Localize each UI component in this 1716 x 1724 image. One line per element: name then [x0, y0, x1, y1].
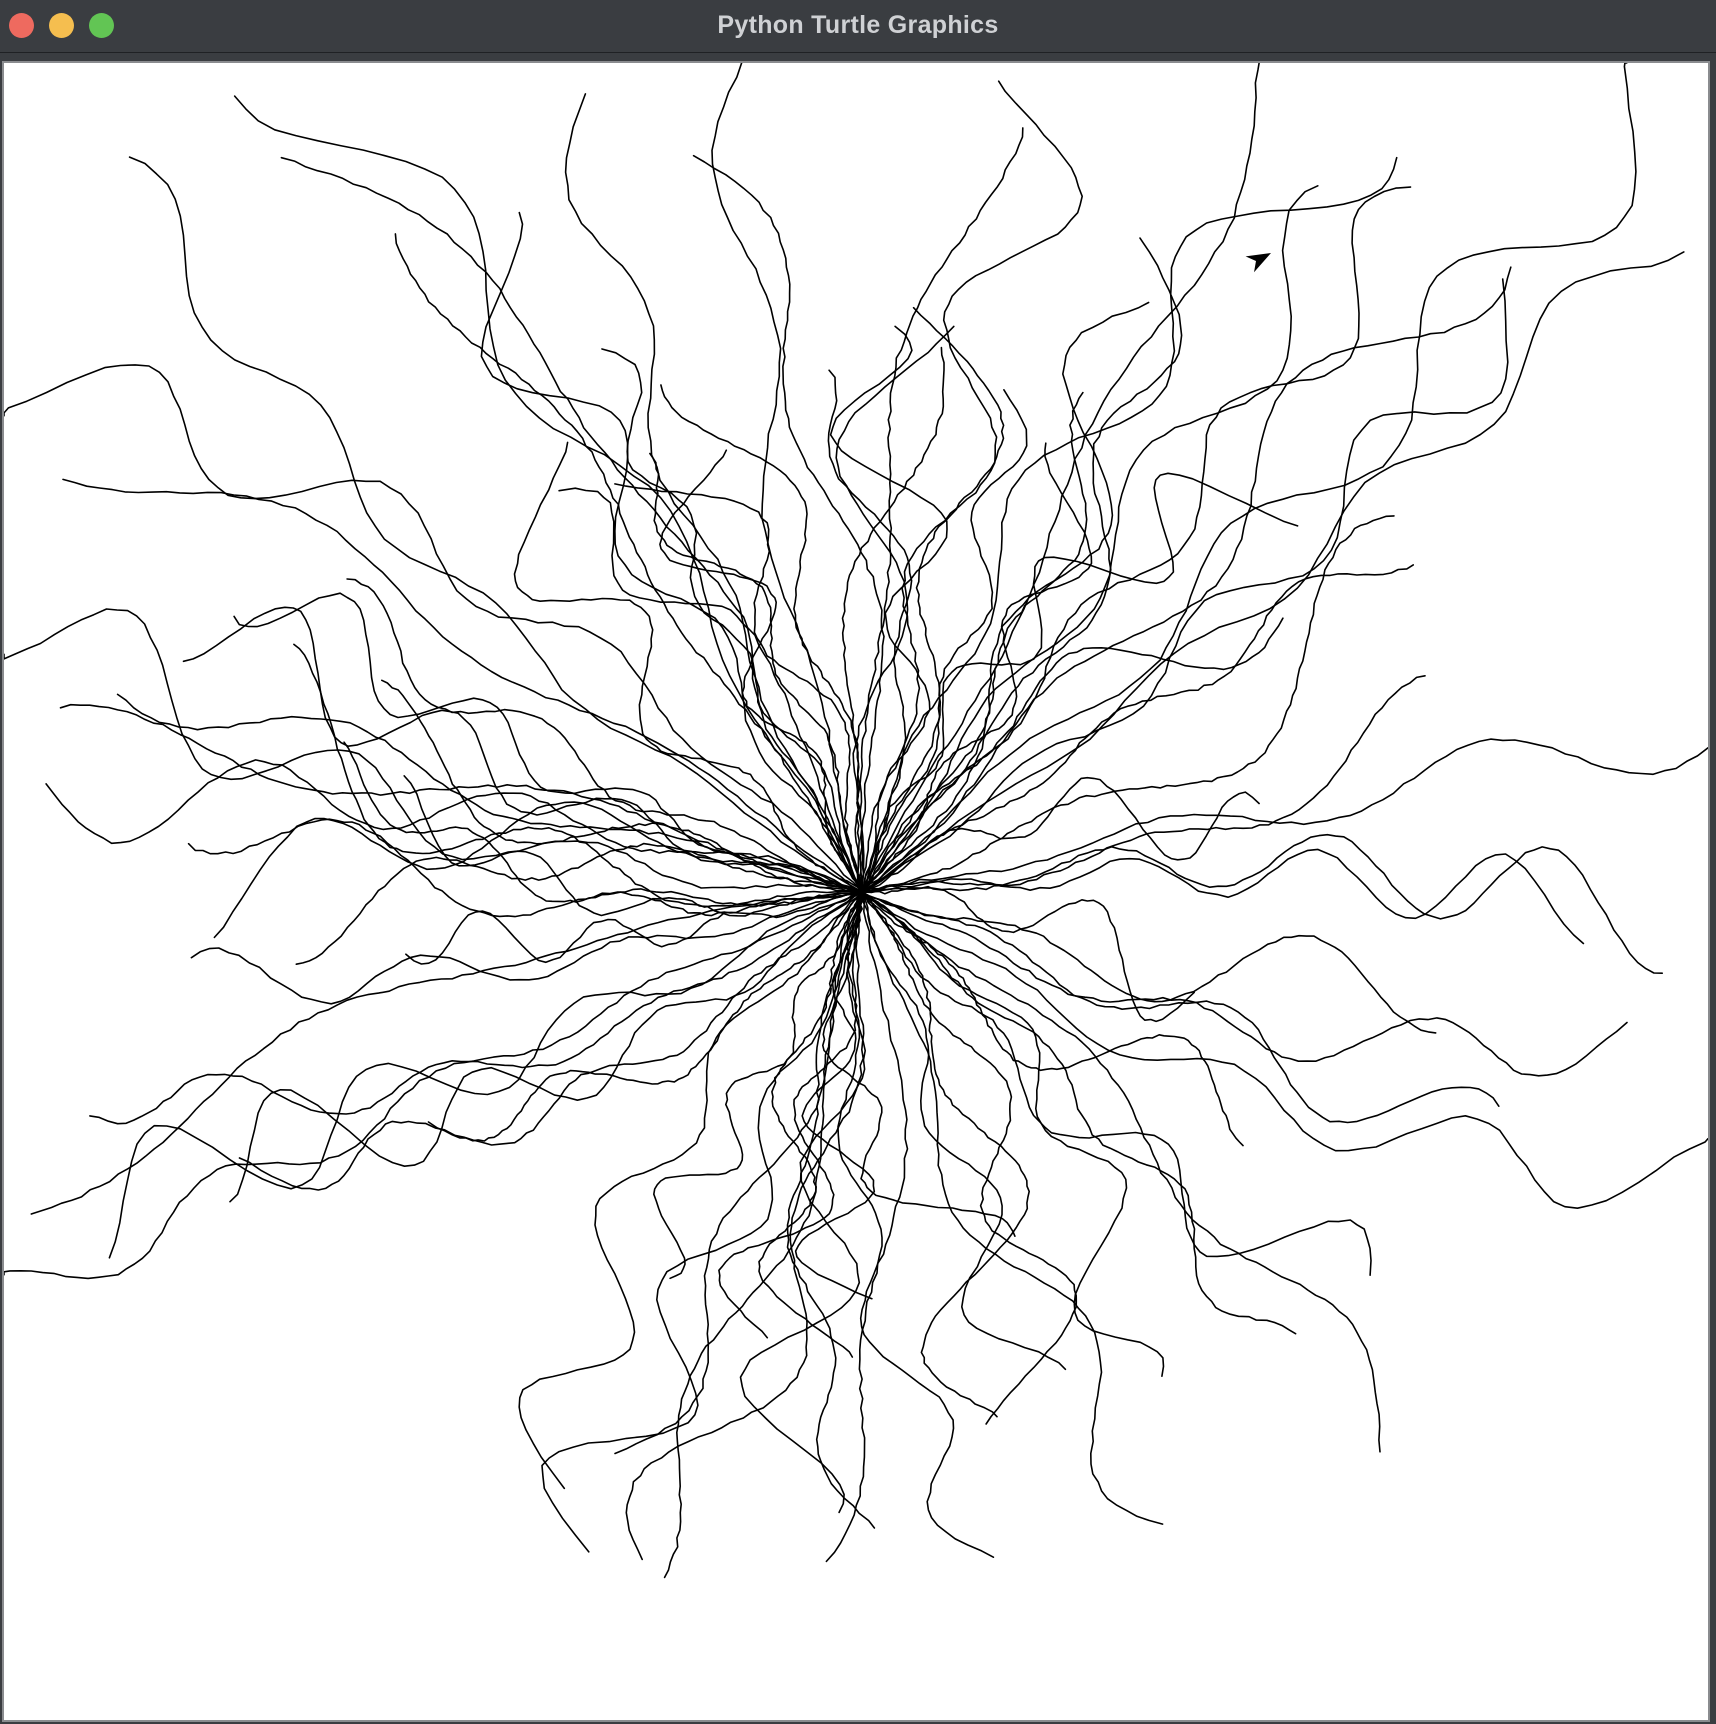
turtle-trail-line: [861, 564, 1414, 893]
turtle-trail-line: [30, 891, 863, 1215]
turtle-trail-line: [45, 759, 863, 893]
turtle-trail-line: [861, 185, 1319, 893]
turtle-window: Python Turtle Graphics: [0, 0, 1716, 1724]
turtle-trail-line: [394, 233, 863, 893]
turtle-trail-line: [861, 891, 1078, 1425]
turtle-trail-line: [128, 156, 863, 893]
turtle-trail-line: [861, 891, 1297, 1335]
turtle-trail-line: [861, 891, 1030, 1418]
turtle-trail-line: [518, 891, 863, 1490]
turtle-drawing: [4, 63, 1708, 1720]
turtle-trail-line: [861, 80, 1083, 893]
turtle-trail-line: [827, 369, 913, 893]
turtle-trail-line: [653, 891, 863, 1280]
title-bar[interactable]: Python Turtle Graphics: [0, 0, 1716, 53]
turtle-trail-line: [861, 891, 1500, 1124]
turtle-trail-line: [861, 833, 1663, 974]
turtle-trail-line: [739, 891, 866, 1514]
turtle-trail-line: [861, 278, 1509, 893]
turtle-trail-line: [4, 364, 863, 893]
turtle-trail-line: [692, 154, 885, 893]
turtle-trail-line: [861, 891, 1708, 1209]
turtle-trail-line: [861, 63, 1260, 893]
turtle-trail-line: [564, 93, 863, 893]
turtle-trail-line: [427, 891, 863, 1142]
turtle-canvas[interactable]: [2, 61, 1710, 1722]
turtle-trail-line: [861, 891, 1164, 1525]
turtle-arrow-icon: [1245, 253, 1271, 273]
window-title: Python Turtle Graphics: [717, 11, 999, 39]
turtle-trail-line: [89, 891, 863, 1125]
turtle-trail-line: [861, 848, 1585, 945]
turtle-trail-line: [835, 325, 955, 893]
turtle-trail-line: [861, 266, 1512, 893]
turtle-trail-line: [859, 127, 1024, 893]
turtle-trail-line: [861, 891, 1628, 1077]
turtle-trail-line: [280, 156, 863, 893]
turtle-trail-line: [229, 891, 863, 1203]
turtle-trail-line: [861, 63, 1637, 893]
turtle-trail-line: [861, 251, 1685, 893]
turtle-trail-line: [861, 442, 1093, 893]
turtle-trail-line: [861, 891, 1244, 1147]
turtle-trail-line: [4, 891, 863, 1280]
turtle-trail-line: [541, 891, 863, 1553]
turtle-trail-line: [233, 592, 863, 893]
turtle-trail-line: [861, 675, 1426, 893]
